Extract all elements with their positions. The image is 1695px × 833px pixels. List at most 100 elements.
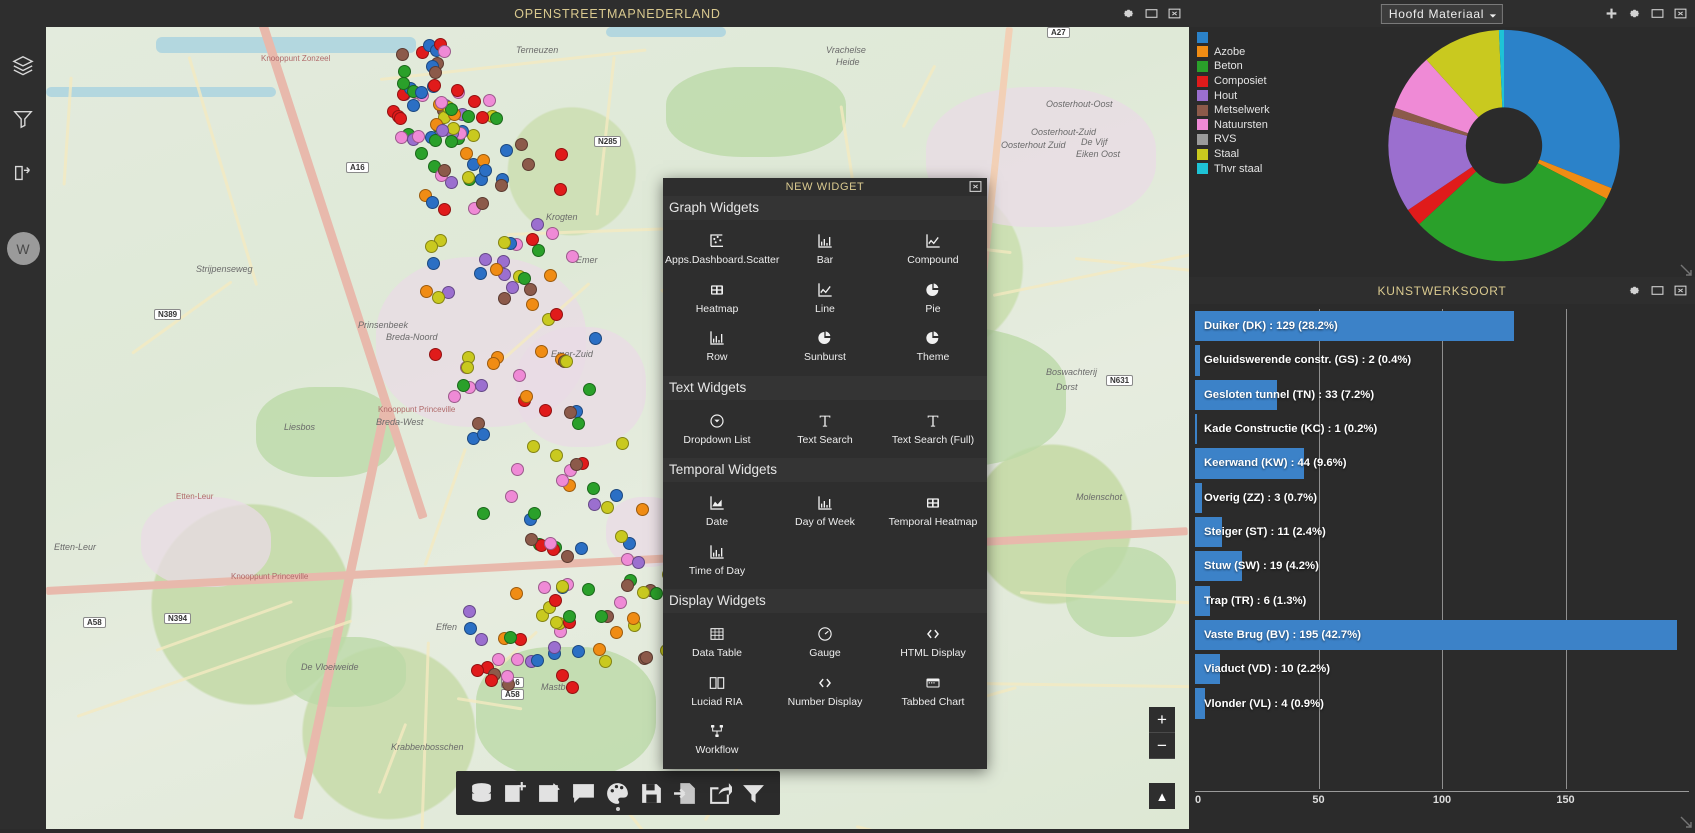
map-data-point[interactable] bbox=[531, 218, 544, 231]
map-data-point[interactable] bbox=[436, 124, 449, 137]
bar-row[interactable]: Duiker (DK) : 129 (28.2%) bbox=[1195, 309, 1689, 343]
map-data-point[interactable] bbox=[636, 503, 649, 516]
map-data-point[interactable] bbox=[531, 654, 544, 667]
map-data-point[interactable] bbox=[616, 437, 629, 450]
map-data-point[interactable] bbox=[610, 489, 623, 502]
map-data-point[interactable] bbox=[432, 291, 445, 304]
map-data-point[interactable] bbox=[522, 158, 535, 171]
widget-option-luciad-ria[interactable]: Luciad RIA bbox=[663, 668, 771, 717]
legend-item[interactable]: Natuursten bbox=[1197, 118, 1270, 133]
map-data-point[interactable] bbox=[435, 96, 448, 109]
widget-option-text-search[interactable]: Text Search bbox=[771, 406, 879, 455]
map-data-point[interactable] bbox=[429, 348, 442, 361]
map-data-point[interactable] bbox=[564, 406, 577, 419]
map-data-point[interactable] bbox=[511, 463, 524, 476]
map-data-point[interactable] bbox=[394, 112, 407, 125]
zoom-out-button[interactable]: − bbox=[1149, 733, 1175, 759]
legend-item[interactable]: Metselwerk bbox=[1197, 103, 1270, 118]
map-data-point[interactable] bbox=[556, 580, 569, 593]
map-data-point[interactable] bbox=[505, 490, 518, 503]
bar-row[interactable]: Gesloten tunnel (TN) : 33 (7.2%) bbox=[1195, 378, 1689, 412]
widget-option-pie[interactable]: Pie bbox=[879, 275, 987, 324]
widget-option-temporal-heatmap[interactable]: Temporal Heatmap bbox=[879, 488, 987, 537]
bar-row[interactable]: Steiger (ST) : 11 (2.4%) bbox=[1195, 515, 1689, 549]
pie-chart-area[interactable] bbox=[1319, 26, 1689, 271]
widget-option-data-table[interactable]: Data Table bbox=[663, 619, 771, 668]
map-data-point[interactable] bbox=[425, 240, 438, 253]
map-data-point[interactable] bbox=[615, 530, 628, 543]
map-data-point[interactable] bbox=[412, 130, 425, 143]
map-data-point[interactable] bbox=[550, 449, 563, 462]
map-data-point[interactable] bbox=[515, 138, 528, 151]
map-data-point[interactable] bbox=[490, 112, 503, 125]
database-icon[interactable] bbox=[468, 779, 496, 807]
resize-handle-icon[interactable] bbox=[1680, 815, 1692, 827]
map-data-point[interactable] bbox=[468, 95, 481, 108]
maximize-icon[interactable] bbox=[1144, 7, 1158, 21]
map-data-point[interactable] bbox=[544, 269, 557, 282]
map-data-point[interactable] bbox=[572, 645, 585, 658]
map-data-point[interactable] bbox=[525, 533, 538, 546]
map-data-point[interactable] bbox=[640, 651, 653, 664]
map-data-point[interactable] bbox=[474, 267, 487, 280]
map-data-point[interactable] bbox=[544, 537, 557, 550]
plus-icon[interactable] bbox=[1604, 7, 1618, 21]
map-data-point[interactable] bbox=[457, 379, 470, 392]
map-data-point[interactable] bbox=[546, 227, 559, 240]
maximize-icon[interactable] bbox=[1650, 7, 1664, 21]
widget-option-compound[interactable]: Compound bbox=[879, 226, 987, 275]
map-data-point[interactable] bbox=[526, 233, 539, 246]
bar-row[interactable]: Vlonder (VL) : 4 (0.9%) bbox=[1195, 686, 1689, 720]
map-data-point[interactable] bbox=[462, 110, 475, 123]
map-data-point[interactable] bbox=[601, 501, 614, 514]
widget-option-sunburst[interactable]: Sunburst bbox=[771, 323, 879, 372]
map-data-point[interactable] bbox=[428, 79, 441, 92]
field-select[interactable]: Hoofd Materiaal bbox=[1381, 4, 1503, 24]
export-icon[interactable] bbox=[706, 779, 734, 807]
map-data-point[interactable] bbox=[479, 253, 492, 266]
map-data-point[interactable] bbox=[575, 542, 588, 555]
legend-item[interactable]: Staal bbox=[1197, 147, 1270, 162]
bar-row[interactable]: Vaste Brug (BV) : 195 (42.7%) bbox=[1195, 618, 1689, 652]
map-data-point[interactable] bbox=[528, 507, 541, 520]
close-icon[interactable] bbox=[1167, 7, 1181, 21]
map-data-point[interactable] bbox=[610, 626, 623, 639]
map-data-point[interactable] bbox=[426, 196, 439, 209]
map-data-point[interactable] bbox=[429, 66, 442, 79]
close-icon[interactable] bbox=[1673, 7, 1687, 21]
widget-option-row[interactable]: Row bbox=[663, 323, 771, 372]
map-data-point[interactable] bbox=[588, 498, 601, 511]
widget-option-theme[interactable]: Theme bbox=[879, 323, 987, 372]
legend-item[interactable]: Composiet bbox=[1197, 74, 1270, 89]
map-data-point[interactable] bbox=[550, 308, 563, 321]
widget-option-workflow[interactable]: Workflow bbox=[663, 716, 771, 765]
widget-option-text-search-full[interactable]: Text Search (Full) bbox=[879, 406, 987, 455]
maximize-icon[interactable] bbox=[1650, 284, 1664, 298]
bar-row[interactable]: Keerwand (KW) : 44 (9.6%) bbox=[1195, 446, 1689, 480]
map-data-point[interactable] bbox=[548, 641, 561, 654]
map-data-point[interactable] bbox=[479, 164, 492, 177]
widget-option-bar[interactable]: Bar bbox=[771, 226, 879, 275]
map-data-point[interactable] bbox=[550, 616, 563, 629]
widget-option-day-of-week[interactable]: Day of Week bbox=[771, 488, 879, 537]
bar-row[interactable]: Geluidswerende constr. (GS) : 2 (0.4%) bbox=[1195, 343, 1689, 377]
filter-icon[interactable] bbox=[740, 779, 768, 807]
edit-image-icon[interactable] bbox=[536, 779, 564, 807]
add-image-icon[interactable] bbox=[502, 779, 530, 807]
close-icon[interactable] bbox=[1673, 284, 1687, 298]
map-data-point[interactable] bbox=[460, 147, 473, 160]
palette-icon[interactable] bbox=[604, 779, 632, 807]
bar-row[interactable]: Kade Constructie (KC) : 1 (0.2%) bbox=[1195, 412, 1689, 446]
legend-item[interactable]: Thvr staal bbox=[1197, 161, 1270, 176]
map-data-point[interactable] bbox=[506, 281, 519, 294]
map-data-point[interactable] bbox=[595, 610, 608, 623]
map-data-point[interactable] bbox=[549, 594, 562, 607]
map-data-point[interactable] bbox=[407, 99, 420, 112]
map-data-point[interactable] bbox=[476, 197, 489, 210]
legend-item[interactable]: Hout bbox=[1197, 88, 1270, 103]
bar-row[interactable]: Overig (ZZ) : 3 (0.7%) bbox=[1195, 481, 1689, 515]
widget-option-number-display[interactable]: Number Display bbox=[771, 668, 879, 717]
widget-option-time-of-day[interactable]: Time of Day bbox=[663, 537, 771, 586]
map-data-point[interactable] bbox=[498, 236, 511, 249]
map-data-point[interactable] bbox=[464, 622, 477, 635]
